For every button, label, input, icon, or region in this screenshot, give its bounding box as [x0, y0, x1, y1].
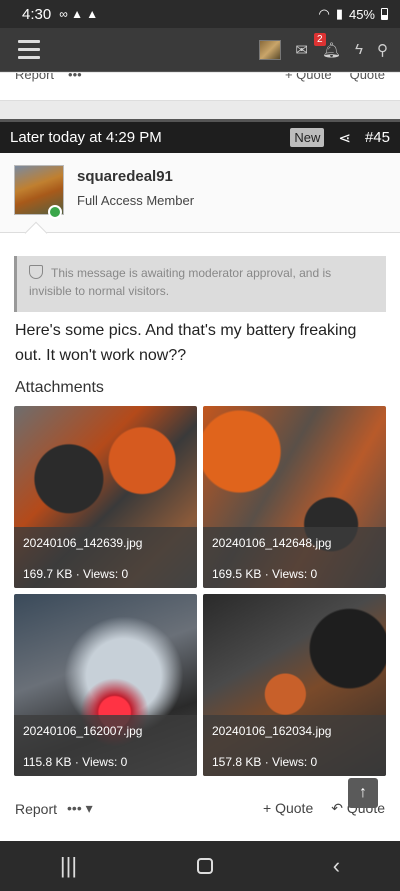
- post-message: Here's some pics. And that's my battery …: [15, 322, 357, 364]
- attachment-meta: 169.7 KB · Views: 0: [23, 567, 129, 581]
- username[interactable]: squaredeal91: [77, 168, 173, 185]
- system-navigation-bar: ||| ‹: [0, 841, 400, 891]
- new-badge: New: [290, 128, 325, 147]
- user-arrow: [24, 221, 48, 245]
- post-header: Later today at 4:29 PM New ⋖ #45: [0, 119, 400, 153]
- online-status-icon: [48, 205, 62, 219]
- wifi-icon: ◠: [318, 6, 330, 21]
- attachment-caption: 20240106_142639.jpg 169.7 KB · Views: 0: [14, 527, 197, 588]
- attachments-heading: Attachments: [15, 379, 104, 396]
- post-timestamp[interactable]: Later today at 4:29 PM: [10, 129, 162, 146]
- share-icon[interactable]: ⋖: [338, 129, 351, 147]
- post-card: Later today at 4:29 PM New ⋖ #45 squared…: [0, 119, 400, 841]
- signal-icon: ▮: [335, 6, 343, 21]
- status-bar: 4:30 ∞ ▲ ▲ ◠ ▮ 45%: [0, 0, 400, 28]
- previous-post-footer: Report ••• + Quote Quote: [0, 73, 400, 101]
- attachment-caption: 20240106_162034.jpg 157.8 KB · Views: 0: [203, 715, 386, 776]
- whats-new-icon[interactable]: ϟ: [355, 41, 363, 58]
- prev-more-icon[interactable]: •••: [68, 73, 82, 82]
- home-icon[interactable]: [196, 858, 213, 874]
- attachment-thumbnail[interactable]: 20240106_142639.jpg 169.7 KB · Views: 0: [14, 406, 197, 588]
- attachment-meta: 115.8 KB · Views: 0: [23, 755, 128, 769]
- status-time: 4:30: [22, 5, 52, 23]
- battery-percent: 45%: [348, 6, 375, 22]
- quote-button[interactable]: + Quote: [263, 800, 313, 817]
- report-link[interactable]: Report: [15, 801, 57, 817]
- scroll-to-top-button[interactable]: ↑: [348, 778, 378, 808]
- user-block: squaredeal91 Full Access Member: [0, 153, 400, 245]
- notification-icons: ∞ ▲ ▲: [59, 7, 99, 21]
- attachment-filename: 20240106_142648.jpg: [212, 536, 332, 550]
- app-navbar: ✉ 🔔︎ 2 ϟ ⚲: [0, 28, 400, 72]
- thread-content: Report ••• + Quote Quote Later today at …: [0, 73, 400, 841]
- attachment-filename: 20240106_142639.jpg: [23, 536, 143, 550]
- user-title: Full Access Member: [77, 193, 195, 208]
- back-icon[interactable]: ‹: [333, 853, 340, 879]
- attachment-filename: 20240106_162034.jpg: [212, 724, 332, 738]
- status-right: ◠ ▮ 45%: [318, 6, 388, 22]
- more-actions-icon[interactable]: ••• ▾: [67, 800, 93, 817]
- attachment-meta: 157.8 KB · Views: 0: [212, 755, 318, 769]
- prev-reply-quote-button[interactable]: Quote: [350, 73, 385, 82]
- prev-quote-button[interactable]: + Quote: [285, 73, 332, 82]
- attachment-caption: 20240106_162007.jpg 115.8 KB · Views: 0: [14, 715, 197, 776]
- account-avatar[interactable]: [259, 39, 282, 60]
- shield-icon: [29, 265, 43, 279]
- inbox-icon[interactable]: ✉: [295, 41, 308, 59]
- attachment-thumbnail[interactable]: 20240106_142648.jpg 169.5 KB · Views: 0: [203, 406, 386, 588]
- prev-report-link[interactable]: Report: [15, 73, 54, 82]
- alerts-badge: 2: [314, 32, 326, 46]
- attachment-thumbnail[interactable]: 20240106_162034.jpg 157.8 KB · Views: 0: [203, 594, 386, 776]
- attachment-meta: 169.5 KB · Views: 0: [212, 567, 318, 581]
- menu-icon[interactable]: [18, 40, 40, 59]
- alerts-bell-icon[interactable]: 🔔︎ 2: [314, 32, 341, 59]
- moderation-notice: This message is awaiting moderator appro…: [14, 256, 386, 312]
- notice-text: This message is awaiting moderator appro…: [29, 266, 332, 298]
- recent-apps-icon[interactable]: |||: [60, 853, 77, 879]
- attachment-caption: 20240106_142648.jpg 169.5 KB · Views: 0: [203, 527, 386, 588]
- battery-icon: [381, 8, 388, 20]
- search-icon[interactable]: ⚲: [377, 41, 388, 59]
- post-footer: Report ••• ▾ + Quote ↶ Quote: [15, 800, 385, 817]
- attachment-filename: 20240106_162007.jpg: [23, 724, 143, 738]
- attachment-thumbnail[interactable]: 20240106_162007.jpg 115.8 KB · Views: 0: [14, 594, 197, 776]
- post-number[interactable]: #45: [365, 129, 390, 146]
